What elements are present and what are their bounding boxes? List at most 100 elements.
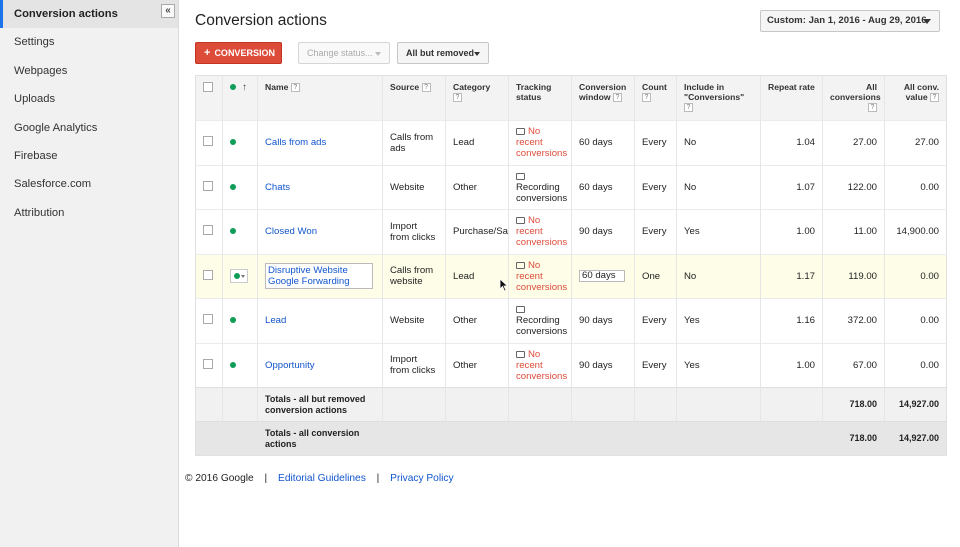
help-icon[interactable]: ? xyxy=(453,93,462,103)
help-icon[interactable]: ? xyxy=(642,93,651,103)
help-icon[interactable]: ? xyxy=(868,103,877,113)
source-line: ads xyxy=(390,142,406,154)
sidebar-item-label: Conversion actions xyxy=(14,8,118,20)
editorial-guidelines-link[interactable]: Editorial Guidelines xyxy=(278,473,366,484)
collapse-sidebar-icon[interactable]: « xyxy=(161,4,175,18)
status-sort-header[interactable]: ↑ xyxy=(222,75,258,121)
select-all-checkbox[interactable] xyxy=(203,82,213,92)
sidebar-item-salesforce[interactable]: Salesforce.com xyxy=(0,170,178,198)
repeat-rate: 1.04 xyxy=(796,137,815,149)
conversion-name-link[interactable]: Opportunity xyxy=(265,360,315,371)
totals-empty-cell xyxy=(634,421,677,456)
column-header-tracking-status[interactable]: Tracking status xyxy=(508,75,572,121)
row-all-conv-value-cell: 14,900.00 xyxy=(884,209,947,254)
sidebar: Conversion actions « Settings Webpages U… xyxy=(0,0,179,547)
column-header-source[interactable]: Source ? xyxy=(382,75,446,121)
add-conversion-button[interactable]: + CONVERSION xyxy=(195,42,282,64)
column-label: Count xyxy=(642,82,667,92)
sidebar-item-uploads[interactable]: Uploads xyxy=(0,85,178,113)
plus-icon: + xyxy=(204,47,211,59)
help-icon[interactable]: ? xyxy=(612,93,622,103)
sidebar-item-attribution[interactable]: Attribution xyxy=(0,199,178,227)
include-in-conversions: Yes xyxy=(684,359,700,371)
row-checkbox[interactable] xyxy=(203,269,213,280)
name-edit-field[interactable]: Disruptive Website Google Forwarding xyxy=(265,263,373,290)
count: Every xyxy=(642,226,667,238)
row-checkbox[interactable] xyxy=(203,358,213,369)
row-all-conversions-cell: 122.00 xyxy=(822,164,885,210)
status-dropdown[interactable] xyxy=(230,269,248,284)
column-label: Tracking xyxy=(516,82,552,92)
row-count-cell: Every xyxy=(634,342,677,388)
row-name-cell: Opportunity xyxy=(257,342,383,388)
column-header-all-conversions[interactable]: All conversions? xyxy=(822,75,885,121)
table-row[interactable]: Disruptive Website Google Forwarding Calls… xyxy=(195,253,947,299)
conversion-name-link[interactable]: Calls from ads xyxy=(265,137,326,148)
row-all-conversions-cell: 372.00 xyxy=(822,298,885,343)
help-icon[interactable]: ? xyxy=(421,83,431,93)
row-repeat-rate-cell: 1.00 xyxy=(760,342,823,388)
table-row[interactable]: Chats Website Other Recording conversions 60 … xyxy=(195,164,947,210)
privacy-policy-link[interactable]: Privacy Policy xyxy=(390,473,453,484)
conversion-name-link[interactable]: Lead xyxy=(265,315,286,326)
totals-empty-cell xyxy=(222,421,258,456)
sidebar-item-webpages[interactable]: Webpages xyxy=(0,57,178,85)
help-icon[interactable]: ? xyxy=(684,103,693,113)
status-filter-dropdown[interactable]: All but removed xyxy=(397,42,489,64)
column-label: window xyxy=(579,92,611,102)
row-checkbox[interactable] xyxy=(203,136,213,147)
table-row[interactable]: Closed Won Import from clicks Purchase/Sa No… xyxy=(195,209,947,254)
sidebar-item-settings[interactable]: Settings xyxy=(0,28,178,56)
source-line: Calls from xyxy=(390,131,434,143)
row-status-cell xyxy=(222,253,258,299)
status-dot-icon xyxy=(230,84,236,90)
column-header-category[interactable]: Category? xyxy=(445,75,509,121)
category: Other xyxy=(453,359,477,371)
totals-empty-cell xyxy=(382,421,446,456)
sidebar-item-conversion-actions[interactable]: Conversion actions « xyxy=(0,0,178,29)
table-row[interactable]: Lead Website Other Recording conversions 90 d… xyxy=(195,298,947,343)
column-header-repeat-rate[interactable]: Repeat rate xyxy=(760,75,823,121)
column-header-conversion-window[interactable]: Conversion window ? xyxy=(571,75,635,121)
row-checkbox[interactable] xyxy=(203,180,213,191)
include-in-conversions: Yes xyxy=(684,315,700,327)
column-label: status xyxy=(516,92,542,102)
footer-separator: | xyxy=(376,473,380,484)
help-icon[interactable]: ? xyxy=(290,83,300,93)
help-icon[interactable]: ? xyxy=(930,93,939,103)
table-row[interactable]: Opportunity Import from clicks Other No recen… xyxy=(195,342,947,388)
conversion-name-link[interactable]: Chats xyxy=(265,182,290,193)
sidebar-item-google-analytics[interactable]: Google Analytics xyxy=(0,114,178,142)
row-tracking-status-cell: No recent conversions xyxy=(508,209,572,254)
column-header-include[interactable]: Include in "Conversions"? xyxy=(676,75,761,121)
tracking-status-line: conversions xyxy=(516,148,568,160)
row-repeat-rate-cell: 1.04 xyxy=(760,120,823,165)
table-row[interactable]: Calls from ads Calls from ads Lead No recent c… xyxy=(195,120,947,165)
source-line: Import xyxy=(390,220,418,232)
date-range-selector[interactable]: Custom: Jan 1, 2016 - Aug 29, 2016 xyxy=(760,10,940,32)
category: Purchase/Sa xyxy=(453,226,508,238)
totals-empty-cell xyxy=(760,387,823,422)
row-all-conversions-cell: 67.00 xyxy=(822,342,885,388)
comment-icon xyxy=(516,128,525,136)
footer-separator: | xyxy=(264,473,268,484)
change-status-dropdown[interactable]: Change status... xyxy=(298,42,390,64)
column-label: Source xyxy=(390,82,420,92)
column-header-name[interactable]: Name ? xyxy=(257,75,383,121)
row-name-cell: Closed Won xyxy=(257,209,383,254)
comment-icon xyxy=(516,172,525,180)
conversion-window-input[interactable]: 60 days xyxy=(579,270,625,283)
tracking-status-line: Recording xyxy=(516,181,560,193)
category: Other xyxy=(453,181,477,193)
comment-icon xyxy=(516,350,525,358)
repeat-rate: 1.07 xyxy=(796,181,815,193)
column-header-count[interactable]: Count? xyxy=(634,75,677,121)
sidebar-item-firebase[interactable]: Firebase xyxy=(0,142,178,170)
status-dot-icon xyxy=(230,361,236,368)
row-checkbox[interactable] xyxy=(203,314,213,325)
source-line: Calls from xyxy=(390,265,434,277)
column-header-all-conv-value[interactable]: All conv. value ? xyxy=(884,75,947,121)
column-label: value xyxy=(905,92,928,102)
conversion-name-link[interactable]: Closed Won xyxy=(265,226,317,237)
row-checkbox[interactable] xyxy=(203,225,213,236)
